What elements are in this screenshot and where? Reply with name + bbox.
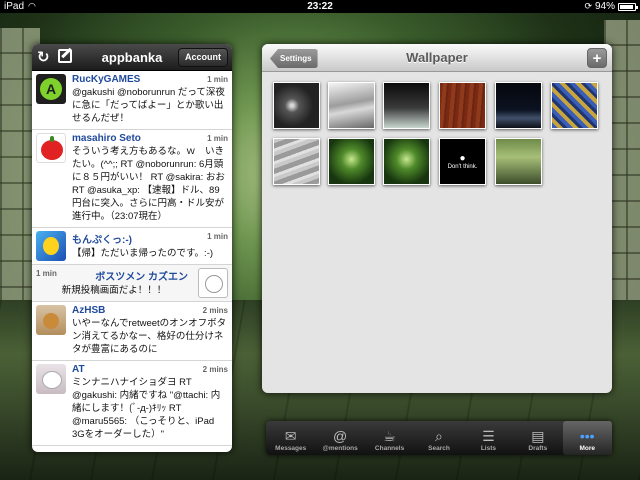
tab-channels[interactable]: ☕ Channels [365, 421, 414, 455]
tweet-time: 2 mins [202, 365, 228, 374]
avatar[interactable] [198, 268, 228, 298]
tweet-author[interactable]: RucKyGAMES [72, 74, 228, 85]
tweet-author[interactable]: masahiro Seto [72, 133, 228, 144]
tab-mentions[interactable]: @ @mentions [315, 421, 364, 455]
tab-label: @mentions [322, 445, 358, 452]
tweet-text: 【帰】ただいま帰ったのです。:-) [72, 248, 214, 259]
status-time: 23:22 [307, 1, 333, 12]
thumb-wood[interactable] [439, 82, 486, 129]
dont-think-text: Don't think. [447, 164, 478, 170]
more-icon: ••• [579, 428, 595, 444]
envelope-icon: ✉ [284, 428, 297, 444]
thumb-sand[interactable] [273, 138, 320, 185]
tab-lists[interactable]: ☰ Lists [464, 421, 513, 455]
thumb-nebula[interactable] [273, 82, 320, 129]
tweet-text: @gakushi @noborunrun だって深夜に急に「だってばよー」とか歌… [72, 87, 225, 124]
tweet-time: 1 min [207, 134, 228, 143]
tweet-row[interactable]: masahiro Seto 1 min そういう考え方もあるな。ｗ いきたい。(… [32, 130, 232, 228]
tweet-author[interactable]: もんぷくっ:-) [72, 231, 228, 246]
tweet-row[interactable]: もんぷくっ:-) 1 min 【帰】ただいま帰ったのです。:-) [32, 228, 232, 265]
thumb-night-horizon[interactable] [495, 82, 542, 129]
at-icon: @ [333, 428, 348, 444]
wallpaper-header: Settings Wallpaper + [262, 44, 612, 72]
tab-label: Drafts [528, 445, 548, 452]
account-button[interactable]: Account [178, 48, 228, 67]
tweet-row-own[interactable]: 1 min ボスツメン カズエン 新規投稿画面だよ！！！ [32, 265, 232, 302]
tab-messages[interactable]: ✉ Messages [266, 421, 315, 455]
tweet-text: ミンナニハナイショダヨ RT @gakushi: 内緒ですね "@ttachi:… [72, 377, 221, 440]
timeline-panel: ↻ appbanka Account A RucKyGAMES 1 min @g… [32, 44, 232, 452]
avatar[interactable]: A [36, 74, 66, 104]
rotation-lock-icon: ⟳ [584, 1, 592, 11]
tweet-time: 1 min [36, 269, 57, 278]
list-icon: ☰ [482, 428, 495, 444]
thumb-silver-wave[interactable] [328, 82, 375, 129]
apple-logo-icon: ● [459, 153, 466, 164]
tweet-author[interactable]: ボスツメン カズエン [36, 268, 192, 283]
tab-label: Channels [374, 445, 405, 452]
tweet-text: いやーなんでretweetのオンオフボタン消えてるかなー、格好の仕分けネタが豊富… [72, 318, 227, 355]
refresh-icon[interactable]: ↻ [37, 48, 50, 66]
tweet-text: そういう考え方もあるな。ｗ いきたい。(^^;; RT @noborunrun:… [72, 146, 225, 222]
timeline-title: appbanka [101, 50, 163, 65]
wallpaper-panel: Settings Wallpaper + ● Don't think. [262, 44, 612, 393]
tweet-time: 2 mins [202, 306, 228, 315]
avatar[interactable] [36, 231, 66, 261]
tab-search[interactable]: ⌕ Search [414, 421, 463, 455]
add-wallpaper-button[interactable]: + [587, 48, 607, 68]
tab-drafts[interactable]: ▤ Drafts [513, 421, 562, 455]
settings-back-button[interactable]: Settings [270, 49, 318, 68]
tweet-list[interactable]: A RucKyGAMES 1 min @gakushi @noborunrun … [32, 71, 232, 446]
thumb-dont-think[interactable]: ● Don't think. [439, 138, 486, 185]
tweet-row[interactable]: AT 2 mins ミンナニハナイショダヨ RT @gakushi: 内緒ですね… [32, 361, 232, 446]
search-icon: ⌕ [435, 428, 443, 444]
thumb-dark-gradient[interactable] [383, 82, 430, 129]
tab-label: Search [428, 445, 450, 452]
tweet-text: 新規投稿画面だよ！！！ [61, 285, 167, 296]
thumb-mosaic[interactable] [551, 82, 598, 129]
tweet-time: 1 min [207, 232, 228, 241]
avatar[interactable] [36, 133, 66, 163]
thumb-shoji-room[interactable] [495, 138, 542, 185]
timeline-header: ↻ appbanka Account [32, 44, 232, 71]
thumb-forest-2[interactable] [383, 138, 430, 185]
avatar[interactable] [36, 305, 66, 335]
tab-bar: ✉ Messages @ @mentions ☕ Channels ⌕ Sear… [266, 421, 612, 455]
wallpaper-title: Wallpaper [406, 50, 468, 65]
battery-indicator: ⟳ 94% [584, 0, 638, 13]
tab-label: More [579, 445, 595, 452]
tab-more[interactable]: ••• More [562, 421, 612, 455]
status-bar: iPad ◠ 23:22 ⟳ 94% [0, 0, 640, 13]
drafts-icon: ▤ [531, 428, 545, 444]
battery-icon [618, 2, 638, 11]
tweet-row[interactable]: AzHSB 2 mins いやーなんでretweetのオンオフボタン消えてるかな… [32, 302, 232, 361]
tab-label: Messages [275, 445, 307, 452]
tweet-row[interactable]: A RucKyGAMES 1 min @gakushi @noborunrun … [32, 71, 232, 130]
thumb-forest-1[interactable] [328, 138, 375, 185]
compose-icon[interactable] [58, 49, 72, 63]
avatar[interactable] [36, 364, 66, 394]
coffee-icon: ☕ [383, 428, 396, 444]
battery-percent: 94% [594, 1, 615, 12]
tab-label: Lists [480, 445, 496, 452]
battery-fill [620, 4, 633, 9]
tweet-time: 1 min [207, 75, 228, 84]
